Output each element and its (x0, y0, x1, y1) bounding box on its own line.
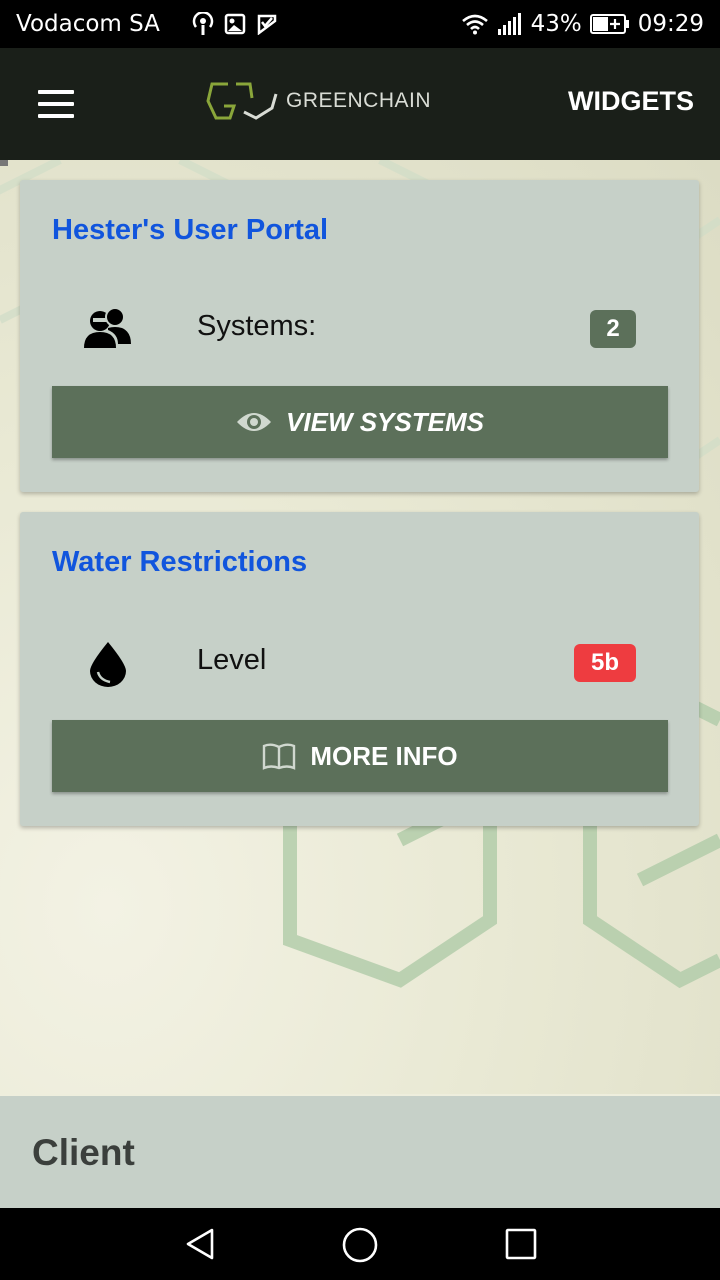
battery-icon (589, 14, 629, 34)
widgets-button[interactable]: WIDGETS (568, 86, 694, 117)
back-icon[interactable] (182, 1226, 218, 1262)
level-badge: 5b (574, 644, 636, 682)
systems-count-badge: 2 (590, 310, 636, 348)
more-info-button[interactable]: MORE INFO (52, 720, 668, 792)
clock: 09:29 (637, 11, 704, 37)
podcast-icon (192, 12, 214, 35)
water-drop-icon (90, 642, 126, 687)
check-flag-icon (257, 14, 277, 35)
footer-panel: Client (0, 1096, 720, 1208)
notification-icons (192, 12, 278, 36)
status-bar: Vodacom SA 43% 09:29 (0, 0, 720, 48)
brand-name: GREENCHAIN (286, 89, 432, 112)
more-info-label: MORE INFO (310, 740, 458, 771)
level-label: Level (197, 644, 267, 676)
card-title: Hester's User Portal (52, 214, 329, 246)
greenchain-logo-icon (206, 82, 278, 120)
battery-percent: 43% (530, 11, 582, 37)
app-bar: GREENCHAIN WIDGETS (0, 48, 720, 160)
recents-icon[interactable] (503, 1226, 539, 1262)
eye-icon (237, 413, 272, 431)
divider (0, 160, 8, 166)
system-nav-bar (0, 1208, 720, 1280)
water-restrictions-card: Water Restrictions Level 5b MORE INFO (20, 512, 699, 826)
wifi-icon (461, 14, 488, 35)
systems-label: Systems: (197, 310, 317, 342)
gallery-icon (224, 13, 246, 35)
signal-icon (497, 13, 521, 35)
users-icon (84, 307, 131, 348)
view-systems-label: VIEW SYSTEMS (286, 406, 484, 437)
footer-title: Client (32, 1132, 135, 1173)
view-systems-button[interactable]: VIEW SYSTEMS (52, 386, 668, 458)
hamburger-menu-icon[interactable] (38, 90, 74, 118)
book-icon (263, 743, 296, 770)
home-icon[interactable] (341, 1226, 379, 1264)
card-title: Water Restrictions (52, 546, 308, 578)
user-portal-card: Hester's User Portal Systems: 2 VIEW SYS… (20, 180, 699, 492)
brand-logo: GREENCHAIN (206, 76, 431, 126)
carrier-name: Vodacom SA (16, 11, 160, 37)
